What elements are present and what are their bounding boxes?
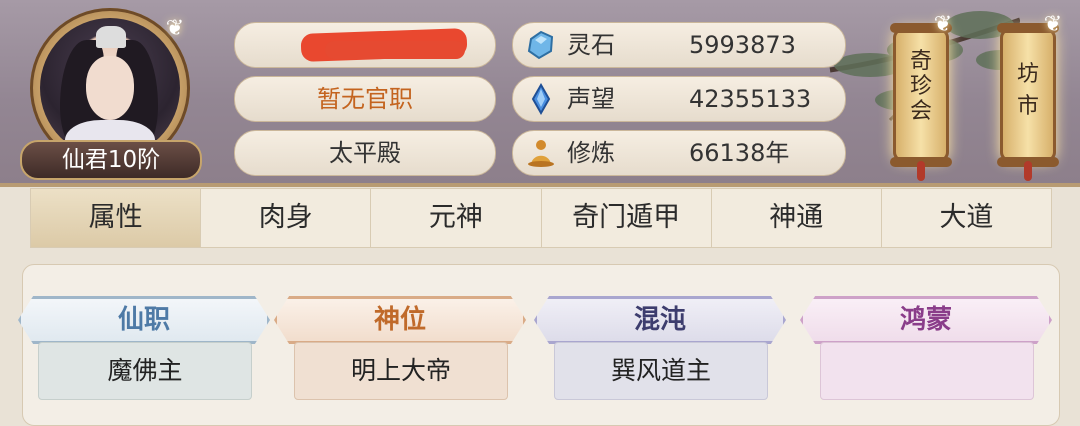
cultivation-rank-badge: 仙君10阶 [20, 140, 202, 180]
resource-label: 修炼 [567, 139, 615, 167]
resource-label: 声望 [567, 85, 615, 113]
butterfly-icon: ❦ [933, 12, 953, 37]
resource-value: 42355133 [689, 85, 812, 113]
rank-title: 仙职 [18, 296, 270, 344]
rank-chaos[interactable]: 混沌 巽风道主 [534, 296, 786, 406]
resource-value: 66138年 [689, 139, 790, 167]
treasure-fair-lantern[interactable]: 奇珍会 [890, 23, 952, 181]
butterfly-icon: ❦ [1043, 12, 1063, 37]
rank-value: 魔佛主 [38, 342, 252, 400]
rank-title: 混沌 [534, 296, 786, 344]
resource-prestige: 声望 42355133 [512, 76, 846, 122]
lantern-label: 奇珍会 [909, 49, 932, 124]
meditation-icon [528, 140, 554, 167]
rank-value: 明上大帝 [294, 342, 508, 400]
spirit-stone-icon [527, 30, 554, 60]
rank-value: 巽风道主 [554, 342, 768, 400]
resource-cultivation: 修炼 66138年 [512, 130, 846, 176]
resource-label: 灵石 [567, 31, 615, 59]
lantern-label: 坊市 [1016, 62, 1039, 119]
avatar[interactable] [40, 18, 180, 158]
tab-body[interactable]: 肉身 [201, 189, 372, 247]
resource-spirit-stone: 灵石 5993873 [512, 22, 846, 68]
official-post-field[interactable]: 暂无官职 [234, 76, 496, 122]
rank-primordial[interactable]: 鸿蒙 [800, 296, 1052, 406]
tab-great-dao[interactable]: 大道 [882, 189, 1051, 247]
rank-immortal-post[interactable]: 仙职 魔佛主 [18, 296, 270, 406]
tab-divine-powers[interactable]: 神通 [712, 189, 882, 247]
market-lantern[interactable]: 坊市 [997, 23, 1059, 181]
player-name-field [234, 22, 496, 68]
prestige-crystal-icon [531, 83, 551, 115]
rank-title: 神位 [274, 296, 526, 344]
attribute-tab-bar: 属性 肉身 元神 奇门遁甲 神通 大道 [30, 188, 1052, 248]
resource-value: 5993873 [689, 31, 796, 59]
palace-field[interactable]: 太平殿 [234, 130, 496, 176]
tab-spirit[interactable]: 元神 [371, 189, 542, 247]
rank-title: 鸿蒙 [800, 296, 1052, 344]
rank-divine-seat[interactable]: 神位 明上大帝 [274, 296, 526, 406]
butterfly-icon: ❦ [165, 16, 185, 41]
tab-attributes[interactable]: 属性 [31, 189, 202, 247]
profile-header: ❦ 仙君10阶 暂无官职 太平殿 灵石 5993873 声望 42355133 … [0, 0, 1080, 187]
tab-qimen-dunjia[interactable]: 奇门遁甲 [542, 189, 712, 247]
rank-value [820, 342, 1034, 400]
